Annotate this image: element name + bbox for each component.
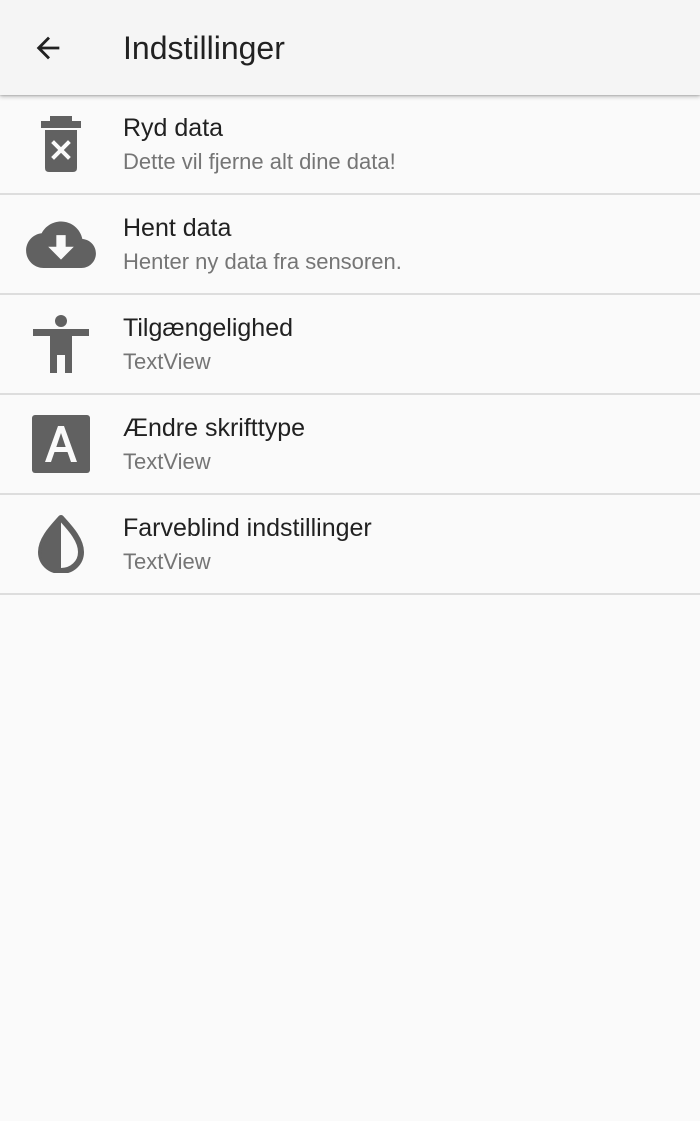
setting-subtitle: TextView (123, 449, 211, 474)
setting-item-clear-data[interactable]: Ryd data Dette vil fjerne alt dine data! (0, 95, 700, 195)
page-title: Indstillinger (123, 30, 285, 66)
accessibility-icon (21, 308, 101, 380)
settings-list: Ryd data Dette vil fjerne alt dine data!… (0, 95, 700, 595)
back-button[interactable] (22, 22, 74, 74)
font-letter-a-icon (21, 408, 101, 480)
setting-item-accessibility[interactable]: Tilgængelighed TextView (0, 295, 700, 395)
setting-title: Ændre skrifttype (123, 414, 306, 442)
setting-title: Ryd data (123, 114, 224, 142)
cloud-download-icon (21, 208, 101, 280)
toolbar: Indstillinger (0, 0, 700, 95)
setting-subtitle: Dette vil fjerne alt dine data! (123, 149, 396, 174)
settings-screen: Indstillinger Ryd data Dette vil fjerne … (0, 0, 700, 1121)
setting-title: Farveblind indstillinger (123, 514, 372, 542)
trash-x-icon (21, 108, 101, 180)
setting-subtitle: TextView (123, 549, 211, 574)
setting-subtitle: TextView (123, 349, 211, 374)
setting-item-change-font[interactable]: Ændre skrifttype TextView (0, 395, 700, 495)
arrow-back-icon (36, 36, 60, 60)
color-drop-icon (21, 508, 101, 580)
setting-title: Hent data (123, 214, 232, 242)
setting-title: Tilgængelighed (123, 314, 294, 342)
setting-item-colorblind[interactable]: Farveblind indstillinger TextView (0, 495, 700, 595)
setting-subtitle: Henter ny data fra sensoren. (123, 249, 402, 274)
setting-item-fetch-data[interactable]: Hent data Henter ny data fra sensoren. (0, 195, 700, 295)
